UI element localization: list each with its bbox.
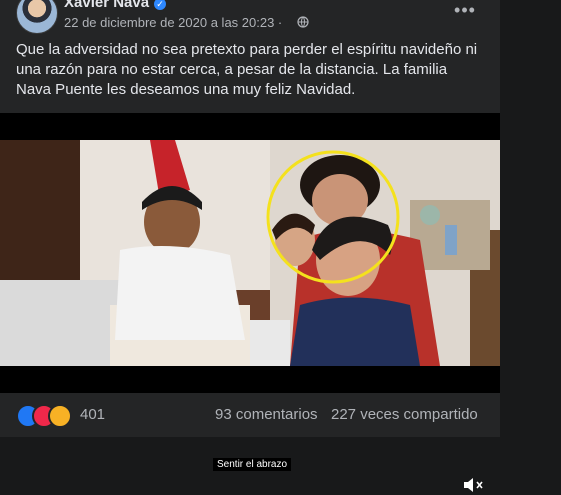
globe-icon bbox=[297, 16, 309, 28]
comments-count-link[interactable]: 93 comentarios bbox=[215, 406, 318, 423]
post-card: Xavier Nava ✓ 22 de diciembre de 2020 a … bbox=[0, 0, 500, 492]
post-text: Que la adversidad no sea pretexto para p… bbox=[16, 41, 478, 98]
verified-badge-icon: ✓ bbox=[154, 0, 166, 10]
reaction-count[interactable]: 401 bbox=[80, 406, 105, 423]
reaction-icons[interactable] bbox=[16, 404, 76, 428]
video-caption: Sentir el abrazo bbox=[213, 458, 292, 471]
speaker-muted-icon[interactable] bbox=[461, 475, 485, 495]
video-frame bbox=[0, 140, 500, 366]
post-timestamp[interactable]: 22 de diciembre de 2020 a las 20:23 · bbox=[64, 15, 282, 30]
care-icon bbox=[48, 404, 72, 428]
page-background bbox=[500, 0, 561, 437]
video-player[interactable]: Sentir el abrazo bbox=[0, 113, 500, 492]
author-avatar[interactable] bbox=[16, 0, 58, 34]
author-name[interactable]: Xavier Nava bbox=[64, 0, 149, 11]
more-options-button[interactable]: ••• bbox=[450, 0, 480, 24]
shares-count-link[interactable]: 227 veces compartido bbox=[331, 406, 478, 423]
